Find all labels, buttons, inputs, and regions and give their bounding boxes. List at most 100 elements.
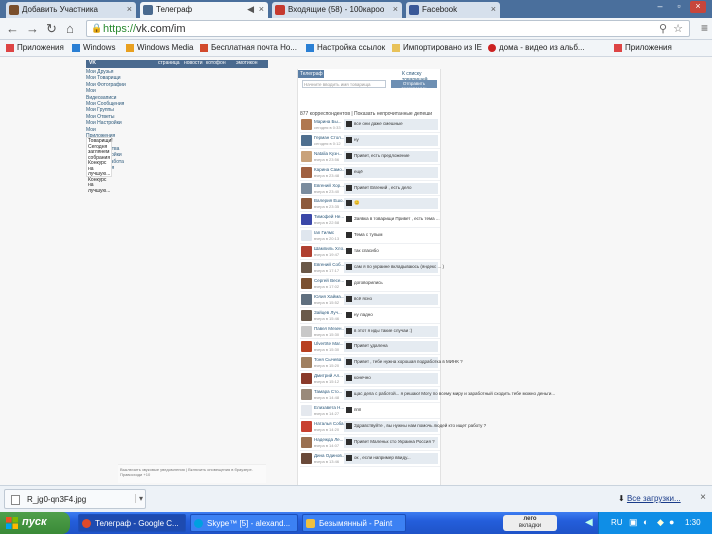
dropdown-arrow-icon[interactable]: ▾ xyxy=(135,494,143,503)
skype-tray-icon[interactable]: ● xyxy=(669,517,674,527)
close-window-icon[interactable]: × xyxy=(690,1,706,13)
back-arrow-icon[interactable]: ← xyxy=(6,21,19,36)
sender-name[interactable]: Тамара Сто... xyxy=(314,389,342,394)
sender-name[interactable]: Зайцев Луч... xyxy=(314,310,342,315)
avatar[interactable] xyxy=(301,262,312,274)
menu-item[interactable]: Мои Настройки xyxy=(86,120,126,126)
avatar[interactable] xyxy=(301,357,312,369)
bookmark-windows[interactable]: Windows xyxy=(72,43,115,52)
bookmark-home-video[interactable]: дома - видео из альб... xyxy=(488,43,585,52)
tab-add-participant[interactable]: Добавить Участника × xyxy=(6,2,136,18)
vk-header-link[interactable]: страница xyxy=(158,60,180,66)
task-skype[interactable]: Skype™ [5] - alexand... xyxy=(190,514,298,532)
avatar[interactable] xyxy=(301,309,312,321)
avatar[interactable] xyxy=(301,325,312,337)
download-item[interactable]: R_jg0-qn3F4.jpg ▾ xyxy=(4,489,146,509)
sender-name[interactable]: Наталья Соба... xyxy=(314,421,347,426)
sender-name[interactable]: Павел Мезен... xyxy=(314,326,345,331)
avatar[interactable] xyxy=(301,436,312,448)
search-input[interactable]: Начните вводить имя товарища xyxy=(302,80,386,88)
tab-inbox[interactable]: Входящие (58) - 100кароо × xyxy=(272,2,402,18)
start-button[interactable]: пуск xyxy=(0,512,70,534)
shield-icon[interactable]: ◆ xyxy=(657,517,664,528)
menu-item[interactable]: Мои Видеозаписи xyxy=(86,88,126,101)
sender-name[interactable]: Елизавета Н... xyxy=(314,405,344,410)
sender-name[interactable]: Марина Бы... xyxy=(314,119,342,124)
avatar[interactable] xyxy=(301,373,312,385)
avatar[interactable] xyxy=(301,230,312,242)
dialog-row[interactable]: Тимофей Не... вчера в 22:58 Заявка в товар… xyxy=(300,212,440,229)
avatar[interactable] xyxy=(301,277,312,289)
avatar[interactable] xyxy=(301,214,312,226)
avatar[interactable] xyxy=(301,198,312,210)
close-downloads-icon[interactable]: × xyxy=(700,492,706,503)
tab-telegraph-messages[interactable]: Телеграф xyxy=(298,70,324,78)
tab-facebook[interactable]: Facebook × xyxy=(406,2,500,18)
bookmark-star-icon[interactable]: ☆ xyxy=(673,22,683,35)
minimize-window-icon[interactable]: – xyxy=(652,1,668,13)
avatar[interactable] xyxy=(301,452,312,464)
avatar[interactable] xyxy=(301,420,312,432)
dialog-row[interactable]: Natalia Кузн... вчера в 23:56 Привет, есть… xyxy=(300,149,440,165)
sender-name[interactable]: Ulvertrte Mar... xyxy=(314,341,344,346)
browser-menu-icon[interactable]: ≡ xyxy=(701,21,708,35)
maximize-window-icon[interactable]: ▫ xyxy=(671,1,687,13)
dialog-row[interactable]: Марина Бы... сегодня в 0:33 все они даже с… xyxy=(300,117,440,133)
avatar[interactable] xyxy=(301,182,312,194)
address-bar[interactable]: 🔒 https://vk.com/im ⚲ ☆ xyxy=(86,20,690,37)
tray-expand-icon[interactable]: ◀ xyxy=(585,517,593,528)
dialog-row[interactable]: Евгений Соб... вчера в 17:17 сам я по укра… xyxy=(300,260,444,276)
avatar[interactable] xyxy=(301,134,312,146)
bookmark-apps[interactable]: Приложения xyxy=(6,43,64,52)
sender-name[interactable]: Евгений Соб... xyxy=(314,262,344,267)
dialog-row[interactable]: Елизавета Н... вчера в 14:27 ппп xyxy=(300,403,440,419)
sender-name[interactable]: Тоня Сычева xyxy=(314,357,341,362)
vk-header-link[interactable]: новости xyxy=(184,60,203,66)
dialog-row[interactable]: Сергей Весе... вчера в 17:02 договорились xyxy=(300,276,440,292)
dialog-row[interactable]: Шампиль Хло... вчера в 19:47 так спасибо xyxy=(300,244,440,261)
all-downloads-link[interactable]: ⬇ Все загрузки... xyxy=(618,494,681,503)
avatar[interactable] xyxy=(301,150,312,162)
sender-name[interactable]: Ian Гилмс xyxy=(314,230,334,235)
sender-name[interactable]: Надежда Ле... xyxy=(314,437,343,442)
dialog-row[interactable]: Юлия Хайма... вчера в 15:52 всё ясно xyxy=(300,292,440,308)
bookmark-link-settings[interactable]: Настройка ссылок xyxy=(306,43,385,52)
vk-header-link[interactable]: котофон xyxy=(206,60,226,66)
sender-name[interactable]: Шампиль Хло... xyxy=(314,246,347,251)
task-paint[interactable]: Безымянный - Paint xyxy=(302,514,406,532)
dialog-row[interactable]: Карина Само... вчера в 23:48 ещё xyxy=(300,165,440,181)
sender-name[interactable]: Евгений Хор... xyxy=(314,183,344,188)
network-icon[interactable]: ▣ xyxy=(629,517,638,528)
avatar[interactable] xyxy=(301,293,312,305)
send-telegram-button[interactable]: Отправить телеграмму xyxy=(391,80,437,91)
dialog-row[interactable]: Герман Стол... сегодня в 0:12 ну xyxy=(300,133,440,149)
dialog-row[interactable]: Наталья Соба... вчера в 14:20 Здравствуйте… xyxy=(300,419,486,435)
reload-icon[interactable]: ↻ xyxy=(46,21,57,37)
dialog-row[interactable]: Дмитрий Ал... вчера в 15:12 конечно xyxy=(300,371,440,388)
notification-settings-note[interactable]: Выключить звуковые уведомления | Включит… xyxy=(118,464,266,483)
avatar[interactable] xyxy=(301,341,312,353)
close-tab-icon[interactable]: × xyxy=(393,4,398,14)
tab-telegraph[interactable]: Телеграф ◀ × xyxy=(140,2,268,18)
promo-box[interactable]: Товарищи! Сегодня заглянем собрания Конк… xyxy=(86,137,113,193)
bookmark-windows-media[interactable]: Windows Media xyxy=(126,43,193,52)
avatar[interactable] xyxy=(301,246,312,258)
bookmark-apps-2[interactable]: Приложения xyxy=(614,43,672,52)
close-tab-icon[interactable]: × xyxy=(259,4,264,14)
dialog-row[interactable]: Дина Одинов... вчера в 13:46 ок , если нап… xyxy=(300,451,440,467)
home-icon[interactable]: ⌂ xyxy=(66,21,74,36)
avatar[interactable] xyxy=(301,389,312,401)
sender-name[interactable]: Natalia Кузн... xyxy=(314,151,342,156)
dialog-row[interactable]: Тамара Сто... вчера в 14:48 щас дела с раб… xyxy=(300,387,555,404)
close-tab-icon[interactable]: × xyxy=(127,4,132,14)
search-icon[interactable]: ⚲ xyxy=(659,22,667,35)
close-tab-icon[interactable]: × xyxy=(491,4,496,14)
avatar[interactable] xyxy=(301,119,312,130)
dialog-row[interactable]: Ian Гилмс вчера в 20:13 Тема с тупым xyxy=(300,228,440,245)
dialog-row[interactable]: Валерия Ешо... вчера в 23:35 😊 xyxy=(300,196,440,213)
vk-header-link[interactable]: эмотикон xyxy=(236,60,258,66)
sender-name[interactable]: Юлия Хайма... xyxy=(314,294,345,299)
dialog-row[interactable]: Ulvertrte Mar... вчера в 15:30 Привет удал… xyxy=(300,339,440,356)
dialog-row[interactable]: Зайцев Луч... вчера в 15:46 ну ладно xyxy=(300,308,440,324)
dialog-row[interactable]: Евгений Хор... вчера в 23:40 Привет Евгени… xyxy=(300,181,440,197)
